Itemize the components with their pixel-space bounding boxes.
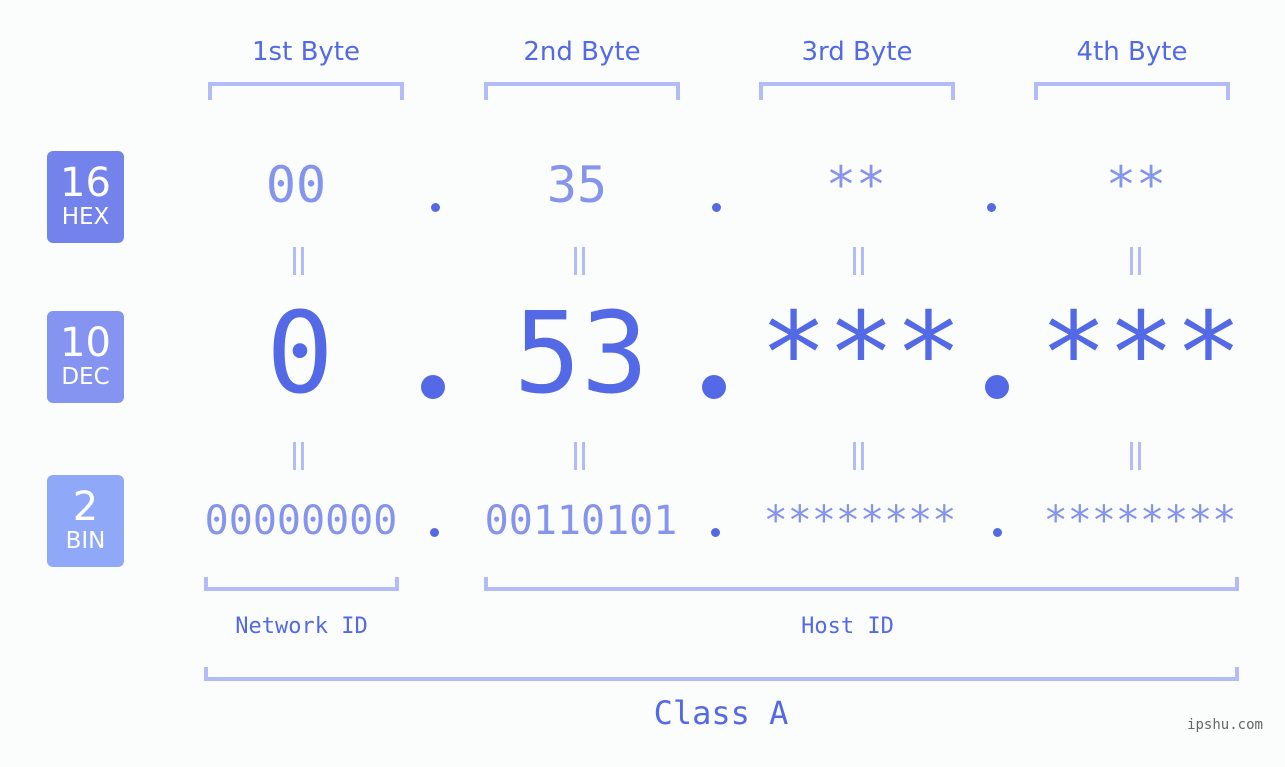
bin-badge: 2 BIN xyxy=(47,475,124,567)
bin-separator-1 xyxy=(430,528,439,537)
dec-byte-2: 53 xyxy=(513,289,649,419)
hex-separator-1 xyxy=(431,203,440,212)
dec-base-number: 10 xyxy=(60,320,111,366)
hex-base-number: 16 xyxy=(60,160,111,206)
byte-bracket-3 xyxy=(759,82,955,100)
equals-marker xyxy=(572,442,586,470)
hex-badge: 16 HEX xyxy=(47,151,124,243)
hex-separator-3 xyxy=(987,203,996,212)
dec-byte-4: *** xyxy=(1039,289,1243,419)
network-id-label: Network ID xyxy=(235,614,368,639)
bin-byte-2: 00110101 xyxy=(484,498,678,544)
byte-header-1: 1st Byte xyxy=(252,37,360,67)
byte-header-3: 3rd Byte xyxy=(801,37,913,67)
host-id-bracket xyxy=(484,577,1239,591)
equals-marker xyxy=(1128,247,1142,275)
equals-marker xyxy=(1128,442,1142,470)
dec-separator-1 xyxy=(421,375,445,399)
equals-marker xyxy=(291,442,305,470)
ip-class-label: Class A xyxy=(653,694,789,732)
bin-base-label: BIN xyxy=(65,528,106,554)
hex-byte-2: 35 xyxy=(546,156,608,214)
equals-marker xyxy=(851,442,865,470)
bin-separator-2 xyxy=(711,528,720,537)
bin-separator-3 xyxy=(993,528,1002,537)
bin-byte-3: ******** xyxy=(763,498,957,544)
dec-badge: 10 DEC xyxy=(47,311,124,403)
hex-base-label: HEX xyxy=(61,204,110,230)
equals-marker xyxy=(572,247,586,275)
byte-bracket-2 xyxy=(484,82,680,100)
dec-separator-3 xyxy=(985,375,1009,399)
byte-bracket-1 xyxy=(208,82,404,100)
bin-base-number: 2 xyxy=(72,484,99,530)
byte-header-2: 2nd Byte xyxy=(523,37,641,67)
equals-marker xyxy=(851,247,865,275)
equals-marker xyxy=(291,247,305,275)
dec-base-label: DEC xyxy=(61,364,110,390)
dec-byte-1: 0 xyxy=(266,289,334,419)
dec-byte-3: *** xyxy=(759,289,963,419)
hex-byte-3: ** xyxy=(825,156,887,214)
class-bracket xyxy=(204,667,1239,681)
network-id-bracket xyxy=(204,577,399,591)
host-id-label: Host ID xyxy=(801,614,894,639)
bin-byte-1: 00000000 xyxy=(204,498,398,544)
hex-byte-4: ** xyxy=(1105,156,1167,214)
bin-byte-4: ******** xyxy=(1043,498,1237,544)
hex-byte-1: 00 xyxy=(265,156,327,214)
byte-bracket-4 xyxy=(1034,82,1230,100)
watermark: ipshu.com xyxy=(1187,717,1263,733)
dec-separator-2 xyxy=(702,375,726,399)
byte-header-4: 4th Byte xyxy=(1076,37,1188,67)
hex-separator-2 xyxy=(712,203,721,212)
